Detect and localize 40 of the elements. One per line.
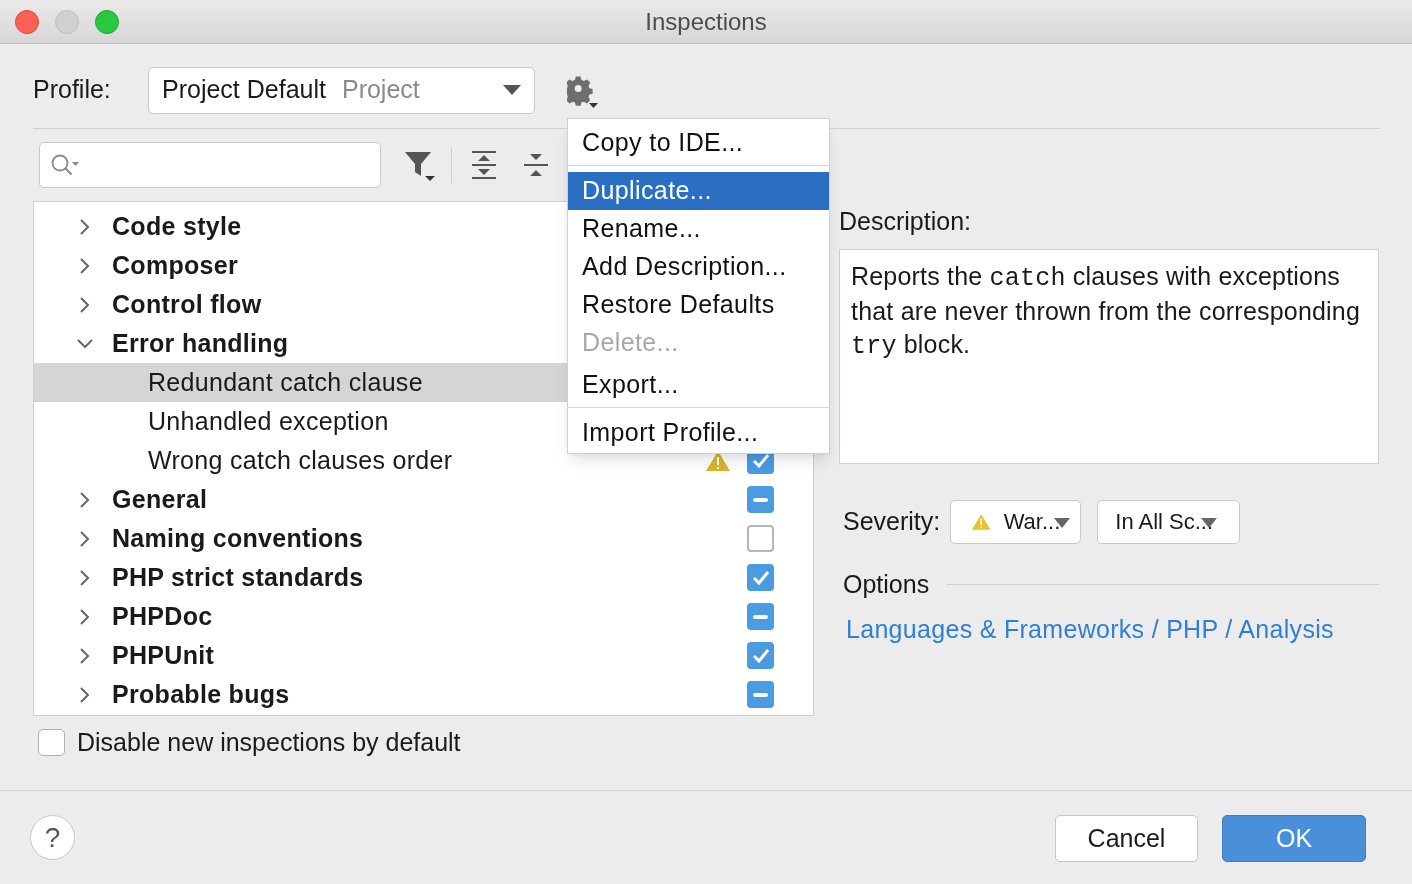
tree-row[interactable]: Naming conventions [34,519,813,558]
expand-all-icon[interactable] [470,150,498,180]
caret-icon [503,85,521,95]
profile-dropdown[interactable]: Project Default Project [148,66,535,114]
tree-row[interactable]: General [34,480,813,519]
description-label: Description: [839,206,972,237]
tree-row[interactable]: PHPUnit [34,636,813,675]
checkbox-label: Disable new inspections by default [77,727,461,758]
menu-item[interactable]: Export... [568,362,829,408]
cancel-button[interactable]: Cancel [1055,815,1198,862]
checkbox[interactable] [747,564,774,591]
scope-dropdown[interactable]: In All Sc... [1097,499,1241,544]
menu-item[interactable]: Duplicate... [568,172,829,210]
help-button[interactable]: ? [30,815,75,860]
tree-row[interactable]: PHP strict standards [34,558,813,597]
tree-row[interactable]: PHPDoc [34,597,813,636]
menu-item[interactable]: Import Profile... [568,414,829,452]
profile-label: Profile: [33,74,112,106]
menu-item[interactable]: Copy to IDE... [568,120,829,166]
menu-item[interactable]: Rename... [568,210,829,248]
checkbox[interactable] [747,486,774,513]
check-icon [751,569,770,586]
menu-item[interactable]: Add Description... [568,248,829,286]
check-icon [751,647,770,664]
checkbox[interactable] [747,642,774,669]
search-icon [50,153,80,177]
description-text: Reports the catch clauses with exceptions that are never thrown from the corresponding try block. [851,260,1362,363]
checkbox[interactable] [747,681,774,708]
checkbox[interactable] [747,525,774,552]
severity-dropdown[interactable]: War... [950,499,1082,544]
close-button[interactable] [15,10,39,34]
tree-row[interactable]: Probable bugs [34,675,813,714]
severity-label: Severity: [843,505,941,537]
checkbox[interactable] [747,603,774,630]
gear-icon[interactable] [567,75,599,109]
options-heading: Options [843,568,930,600]
window-title: Inspections [645,6,767,37]
search-field[interactable] [39,142,381,188]
checkbox[interactable] [38,729,65,757]
menu-item[interactable]: Restore Defaults [568,286,829,324]
